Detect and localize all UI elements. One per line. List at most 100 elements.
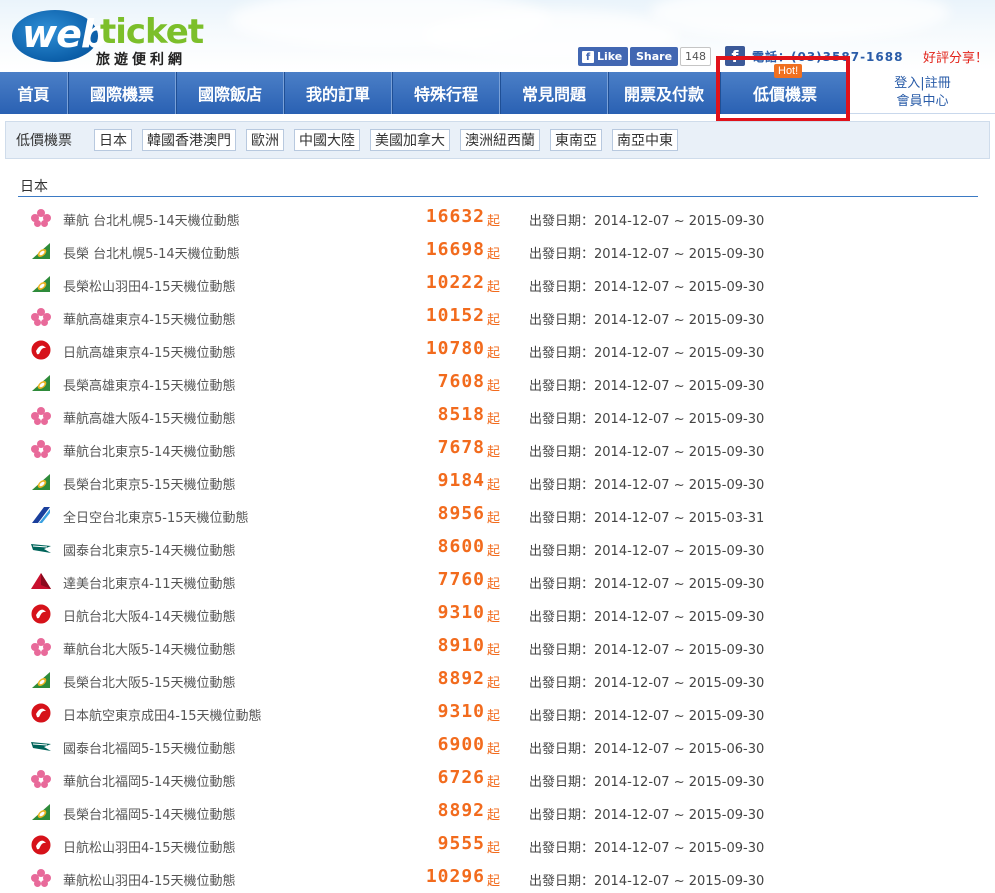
nav-item-my-orders[interactable]: 我的訂單 bbox=[284, 72, 392, 114]
departure-date-range: 2014-12-07 ~ 2015-09-30 bbox=[594, 214, 765, 229]
flight-row[interactable]: 華航高雄東京4-15天機位動態 10152 起 出發日期：2014-12-07 ~ 2… bbox=[0, 300, 995, 333]
departure-date-label: 出發日期： bbox=[529, 841, 595, 856]
departure-date: 出發日期：2014-12-07 ~ 2015-09-30 bbox=[529, 342, 764, 361]
flight-name-link[interactable]: 華航台北東京5-14天機位動態 bbox=[63, 441, 236, 460]
flight-row[interactable]: 長榮 台北札幌5-14天機位動態 16698 起 出發日期：2014-12-07 ~ … bbox=[0, 234, 995, 267]
flight-row[interactable]: 長榮台北福岡5-14天機位動態 8892 起 出發日期：2014-12-07 ~ 20… bbox=[0, 795, 995, 828]
nav-item-international-hotels[interactable]: 國際飯店 bbox=[176, 72, 284, 114]
flight-row[interactable]: 長榮松山羽田4-15天機位動態 10222 起 出發日期：2014-12-07 ~ 2… bbox=[0, 267, 995, 300]
flight-price: 9184 bbox=[437, 470, 485, 491]
site-logo[interactable]: web ticket 旅遊便利網 bbox=[12, 6, 204, 68]
region-filter-title: 低價機票 bbox=[16, 133, 72, 149]
nav-item-international-flights[interactable]: 國際機票 bbox=[68, 72, 176, 114]
flight-row[interactable]: 華航 台北札幌5-14天機位動態 16632 起 出發日期：2014-12-07 ~ … bbox=[0, 201, 995, 234]
flight-name-link[interactable]: 達美台北東京4-11天機位動態 bbox=[63, 573, 236, 592]
flight-name-link[interactable]: 華航高雄東京4-15天機位動態 bbox=[63, 309, 236, 328]
price-suffix: 起 bbox=[487, 610, 501, 625]
region-tab-europe[interactable]: 歐洲 bbox=[246, 129, 284, 151]
flight-name-link[interactable]: 日航台北大阪4-14天機位動態 bbox=[63, 606, 236, 625]
flight-row[interactable]: 國泰台北福岡5-15天機位動態 6900 起 出發日期：2014-12-07 ~ 20… bbox=[0, 729, 995, 762]
price-suffix: 起 bbox=[487, 676, 501, 691]
flight-row[interactable]: 華航高雄大阪4-15天機位動態 8518 起 出發日期：2014-12-07 ~ 20… bbox=[0, 399, 995, 432]
flight-row[interactable]: 達美台北東京4-11天機位動態 7760 起 出發日期：2014-12-07 ~ 20… bbox=[0, 564, 995, 597]
region-tab-southeast-asia[interactable]: 東南亞 bbox=[550, 129, 602, 151]
flight-name-link[interactable]: 長榮台北東京5-15天機位動態 bbox=[63, 474, 236, 493]
flight-name-link[interactable]: 日航高雄東京4-15天機位動態 bbox=[63, 342, 236, 361]
flight-name-link[interactable]: 華航松山羽田4-15天機位動態 bbox=[63, 870, 236, 889]
flight-name-link[interactable]: 長榮台北大阪5-15天機位動態 bbox=[63, 672, 236, 691]
member-center-link[interactable]: 會員中心 bbox=[896, 93, 948, 111]
eva-air-icon bbox=[30, 472, 52, 492]
departure-date-range: 2014-12-07 ~ 2015-09-30 bbox=[594, 709, 765, 724]
nav-item-cheap-tickets[interactable]: 低價機票 bbox=[720, 72, 850, 114]
flight-row[interactable]: 日本航空東京成田4-15天機位動態 9310 起 出發日期：2014-12-07 ~ … bbox=[0, 696, 995, 729]
flight-row[interactable]: 華航台北大阪5-14天機位動態 8910 起 出發日期：2014-12-07 ~ 20… bbox=[0, 630, 995, 663]
flight-name-link[interactable]: 日本航空東京成田4-15天機位動態 bbox=[63, 705, 262, 724]
flight-name-link[interactable]: 長榮高雄東京4-15天機位動態 bbox=[63, 375, 236, 394]
price-suffix: 起 bbox=[487, 577, 501, 592]
nav-item-special-tours[interactable]: 特殊行程 bbox=[392, 72, 500, 114]
share-promo-link[interactable]: 好評分享！ bbox=[923, 47, 988, 66]
flight-name-link[interactable]: 華航台北福岡5-14天機位動態 bbox=[63, 771, 236, 790]
flight-name-link[interactable]: 長榮松山羽田4-15天機位動態 bbox=[63, 276, 236, 295]
departure-date-label: 出發日期： bbox=[529, 709, 595, 724]
flight-row[interactable]: 日航高雄東京4-15天機位動態 10780 起 出發日期：2014-12-07 ~ 2… bbox=[0, 333, 995, 366]
flight-name-link[interactable]: 國泰台北東京5-14天機位動態 bbox=[63, 540, 236, 559]
flight-price: 9310 bbox=[437, 602, 485, 623]
departure-date-label: 出發日期： bbox=[529, 577, 595, 592]
departure-date: 出發日期：2014-12-07 ~ 2015-09-30 bbox=[529, 276, 764, 295]
facebook-share-button[interactable]: Share bbox=[630, 47, 679, 66]
flight-row[interactable]: 全日空台北東京5-15天機位動態 8956 起 出發日期：2014-12-07 ~ 2… bbox=[0, 498, 995, 531]
facebook-like-button[interactable]: f Like bbox=[578, 47, 629, 66]
china-airlines-plum-icon bbox=[30, 868, 52, 888]
flight-name-link[interactable]: 長榮 台北札幌5-14天機位動態 bbox=[63, 243, 240, 262]
cloud-decoration bbox=[650, 0, 950, 40]
flight-row[interactable]: 長榮高雄東京4-15天機位動態 7608 起 出發日期：2014-12-07 ~ 20… bbox=[0, 366, 995, 399]
region-tab-china[interactable]: 中國大陸 bbox=[294, 129, 360, 151]
flight-name-link[interactable]: 華航高雄大阪4-15天機位動態 bbox=[63, 408, 236, 427]
departure-date: 出發日期：2014-12-07 ~ 2015-09-30 bbox=[529, 771, 764, 790]
flight-price: 16632 bbox=[425, 206, 485, 227]
flight-row[interactable]: 華航松山羽田4-15天機位動態 10296 起 出發日期：2014-12-07 ~ 2… bbox=[0, 861, 995, 893]
departure-date-range: 2014-12-07 ~ 2015-09-30 bbox=[594, 346, 765, 361]
facebook-page-icon[interactable]: f bbox=[725, 46, 745, 66]
flight-row[interactable]: 日航台北大阪4-14天機位動態 9310 起 出發日期：2014-12-07 ~ 20… bbox=[0, 597, 995, 630]
nav-item-ticketing-payment[interactable]: 開票及付款 bbox=[608, 72, 720, 114]
departure-date-range: 2014-12-07 ~ 2015-09-30 bbox=[594, 643, 765, 658]
region-tab-australia-nz[interactable]: 澳洲紐西蘭 bbox=[460, 129, 540, 151]
flight-name-link[interactable]: 華航 台北札幌5-14天機位動態 bbox=[63, 210, 240, 229]
flight-name-link[interactable]: 全日空台北東京5-15天機位動態 bbox=[63, 507, 249, 526]
flight-row[interactable]: 長榮台北東京5-15天機位動態 9184 起 出發日期：2014-12-07 ~ 20… bbox=[0, 465, 995, 498]
departure-date-label: 出發日期： bbox=[529, 511, 595, 526]
departure-date: 出發日期：2014-12-07 ~ 2015-09-30 bbox=[529, 210, 764, 229]
departure-date-label: 出發日期： bbox=[529, 214, 595, 229]
flight-row[interactable]: 國泰台北東京5-14天機位動態 8600 起 出發日期：2014-12-07 ~ 20… bbox=[0, 531, 995, 564]
flight-name-link[interactable]: 華航台北大阪5-14天機位動態 bbox=[63, 639, 236, 658]
flight-row[interactable]: 華航台北福岡5-14天機位動態 6726 起 出發日期：2014-12-07 ~ 20… bbox=[0, 762, 995, 795]
departure-date: 出發日期：2014-12-07 ~ 2015-09-30 bbox=[529, 474, 764, 493]
delta-triangle-icon bbox=[30, 571, 52, 591]
flight-name-link[interactable]: 長榮台北福岡5-14天機位動態 bbox=[63, 804, 236, 823]
region-tab-japan[interactable]: 日本 bbox=[94, 129, 132, 151]
login-link[interactable]: 登入 bbox=[894, 76, 920, 91]
china-airlines-plum-icon bbox=[30, 637, 52, 657]
region-tab-south-asia-middle-east[interactable]: 南亞中東 bbox=[612, 129, 678, 151]
nav-item-faq[interactable]: 常見問題 bbox=[500, 72, 608, 114]
flight-name-link[interactable]: 日航松山羽田4-15天機位動態 bbox=[63, 837, 236, 856]
china-airlines-plum-icon bbox=[30, 208, 52, 228]
region-tab-usa-canada[interactable]: 美國加拿大 bbox=[370, 129, 450, 151]
cathay-brushwing-icon bbox=[30, 736, 52, 756]
register-link[interactable]: 註冊 bbox=[925, 76, 951, 91]
flight-row[interactable]: 長榮台北大阪5-15天機位動態 8892 起 出發日期：2014-12-07 ~ 20… bbox=[0, 663, 995, 696]
flight-row[interactable]: 日航松山羽田4-15天機位動態 9555 起 出發日期：2014-12-07 ~ 20… bbox=[0, 828, 995, 861]
flight-price: 8910 bbox=[437, 635, 485, 656]
departure-date: 出發日期：2014-12-07 ~ 2015-09-30 bbox=[529, 375, 764, 394]
price-suffix: 起 bbox=[487, 313, 501, 328]
flight-name-link[interactable]: 國泰台北福岡5-15天機位動態 bbox=[63, 738, 236, 757]
nav-item-home[interactable]: 首頁 bbox=[0, 72, 68, 114]
flight-row[interactable]: 華航台北東京5-14天機位動態 7678 起 出發日期：2014-12-07 ~ 20… bbox=[0, 432, 995, 465]
price-suffix: 起 bbox=[487, 346, 501, 361]
price-suffix: 起 bbox=[487, 643, 501, 658]
flight-price: 8892 bbox=[437, 668, 485, 689]
region-tab-korea-hk-macau[interactable]: 韓國香港澳門 bbox=[142, 129, 236, 151]
